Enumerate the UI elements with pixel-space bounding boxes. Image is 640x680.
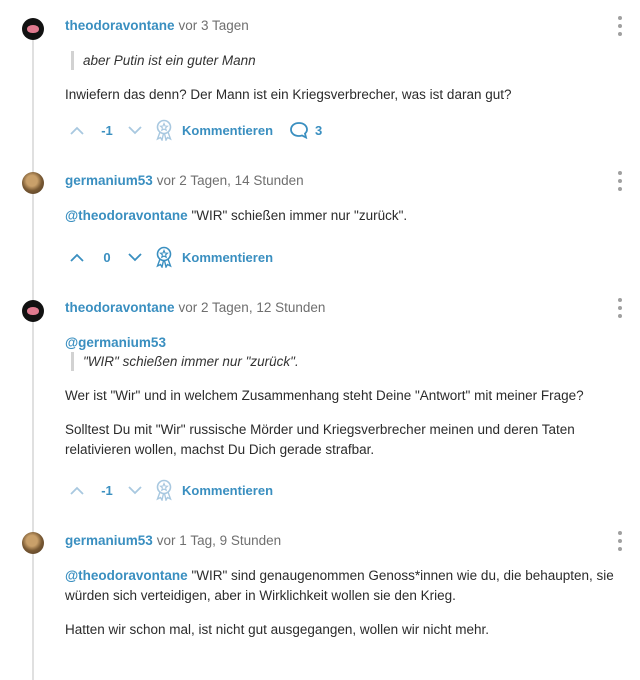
reply-count: 3: [315, 122, 323, 138]
comment-text: @theodoravontane "WIR" schießen immer nu…: [65, 206, 625, 226]
username[interactable]: germanium53: [65, 173, 153, 188]
timestamp: vor 3 Tagen: [178, 18, 249, 33]
username[interactable]: germanium53: [65, 533, 153, 548]
comment-header: germanium53 vor 2 Tagen, 14 Stunden: [65, 173, 304, 188]
mention-link[interactable]: @theodoravontane: [65, 208, 188, 223]
comment-button[interactable]: Kommentieren: [154, 479, 273, 501]
chevron-up-icon[interactable]: [68, 481, 86, 499]
chevron-down-icon[interactable]: [126, 121, 144, 139]
speech-bubble-icon: [290, 122, 308, 139]
award-ribbon-icon: [156, 479, 172, 501]
quote-author[interactable]: @germanium53: [65, 335, 166, 350]
comment-label: Kommentieren: [182, 122, 274, 138]
username[interactable]: theodoravontane: [65, 300, 175, 315]
comment-text-body: "WIR" schießen immer nur "zurück".: [187, 208, 408, 223]
username[interactable]: theodoravontane: [65, 18, 175, 33]
comment-label: Kommentieren: [182, 249, 274, 265]
award-ribbon-icon: [156, 119, 172, 141]
award-ribbon-icon: [156, 246, 172, 268]
timestamp: vor 1 Tag, 9 Stunden: [156, 533, 282, 548]
avatar[interactable]: [22, 300, 44, 322]
comment-text: Solltest Du mit "Wir" russische Mörder u…: [65, 422, 575, 457]
comment-text: Hatten wir schon mal, ist nicht gut ausg…: [65, 622, 489, 637]
avatar[interactable]: [22, 18, 44, 40]
vote-score: -1: [101, 122, 113, 138]
more-vertical-icon[interactable]: [617, 298, 623, 322]
avatar[interactable]: [22, 172, 44, 194]
comment-actions: -1 Kommentieren: [68, 479, 273, 501]
comment-header: germanium53 vor 1 Tag, 9 Stunden: [65, 533, 281, 548]
comment-text: Inwiefern das denn? Der Mann ist ein Kri…: [65, 87, 512, 102]
timestamp: vor 2 Tagen, 12 Stunden: [178, 300, 326, 315]
more-vertical-icon[interactable]: [617, 531, 623, 555]
chevron-down-icon[interactable]: [126, 248, 144, 266]
avatar[interactable]: [22, 532, 44, 554]
chevron-down-icon[interactable]: [126, 481, 144, 499]
thread-line: [32, 40, 34, 680]
timestamp: vor 2 Tagen, 14 Stunden: [156, 173, 304, 188]
mention-link[interactable]: @theodoravontane: [65, 568, 188, 583]
comment-actions: 0 Kommentieren: [68, 246, 273, 268]
quote: aber Putin ist ein guter Mann: [71, 51, 256, 70]
comment-header: theodoravontane vor 3 Tagen: [65, 18, 249, 33]
more-vertical-icon[interactable]: [617, 171, 623, 195]
comment-button[interactable]: Kommentieren: [154, 119, 273, 141]
vote-score: -1: [101, 482, 113, 498]
chevron-up-icon[interactable]: [68, 121, 86, 139]
vote-score: 0: [103, 249, 111, 265]
chevron-up-icon[interactable]: [68, 248, 86, 266]
quote: "WIR" schießen immer nur "zurück".: [71, 352, 299, 371]
comment-header: theodoravontane vor 2 Tagen, 12 Stunden: [65, 300, 325, 315]
comment-actions: -1 Kommentieren 3: [68, 119, 322, 141]
comment-label: Kommentieren: [182, 482, 274, 498]
more-vertical-icon[interactable]: [617, 16, 623, 40]
replies-button[interactable]: 3: [289, 121, 322, 139]
comment-button[interactable]: Kommentieren: [154, 246, 273, 268]
comment-text: @theodoravontane "WIR" sind genaugenomme…: [65, 566, 625, 606]
comment-text: Wer ist "Wir" und in welchem Zusammenhan…: [65, 388, 584, 403]
